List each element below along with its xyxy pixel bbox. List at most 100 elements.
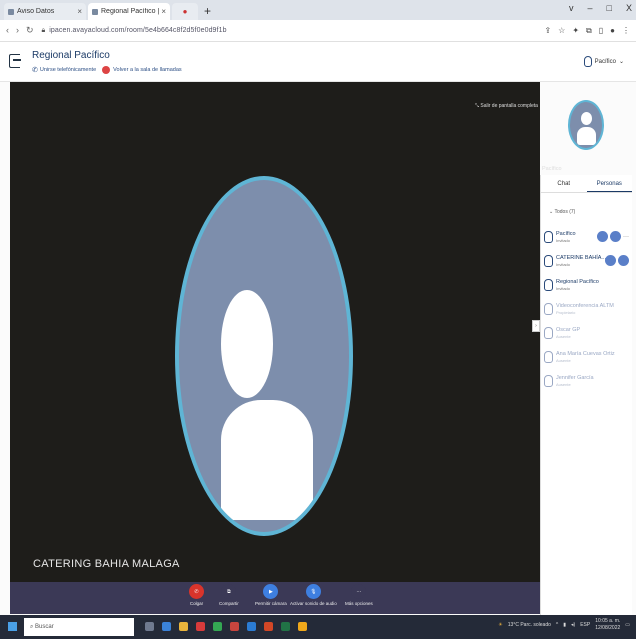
close-window-button[interactable]: X [626,3,632,13]
participant-row[interactable]: Pacífico Invitado ··· [541,227,633,247]
os-taskbar: ⌕ Buscar ☀ 13°C Parc. soleado ^ ▮ ◂) ESP… [0,615,636,639]
participant-name: Oscar GP [556,326,581,333]
share-button[interactable]: ⧉ Compartir [219,584,239,606]
app-icon[interactable] [298,622,307,631]
tab-chat[interactable]: Chat [541,175,587,192]
participant-name: Videoconferencia ALTM [556,302,614,309]
lock-icon: 🔒︎ [41,26,46,34]
sidebar-icon[interactable]: ▯ [599,26,603,36]
share-icon[interactable]: ⇪ [544,26,551,36]
participant-row[interactable]: Oscar GP Ausente [541,323,633,343]
tab-label: Regional Pacífico | Aviso [101,8,160,15]
edge-icon[interactable] [162,622,171,631]
browser-tab[interactable]: Aviso Datos × [4,3,86,20]
mute-icon[interactable] [597,231,608,242]
more-icon: ··· [351,584,367,599]
exit-fullscreen-button[interactable]: ⤡ Salir de pantalla completa [475,103,538,109]
mute-icon[interactable] [605,255,616,266]
participant-row[interactable]: CATERINE BAHÍA... Invitado [541,251,633,271]
window-controls: v – □ X [569,3,632,13]
maximize-button[interactable]: □ [607,3,612,13]
participant-row[interactable]: Jennifer García Ausente [541,371,633,391]
clock[interactable]: 10:05 a. m. 12/08/2022 [595,618,620,632]
weather-text[interactable]: 13°C Parc. soleado [508,622,551,628]
hangup-label: Colgar [189,601,204,606]
participant-role: Invitado [556,285,571,291]
participant-info: Regional Pacífico Invitado [556,279,599,292]
participant-name: CATERINE BAHÍA... [556,254,607,261]
new-tab-button[interactable]: + [204,3,211,20]
minimize-button[interactable]: – [588,3,593,13]
browser-tab-recording[interactable]: ● [172,3,198,20]
participant-role: Invitado [556,261,571,267]
participant-name: Jennifer García [556,374,594,381]
menu-icon[interactable]: ⋮ [622,26,630,36]
self-view-avatar[interactable] [568,100,604,150]
system-tray: ☀ 13°C Parc. soleado ^ ▮ ◂) ESP 10:05 a.… [498,618,630,632]
speaker-name: CATERING BAHIA MALAGA [33,558,180,570]
participant-role: Ausente [556,333,571,339]
camera-icon[interactable] [618,255,629,266]
panel-collapse-handle[interactable]: › [532,320,540,332]
exit-room-icon[interactable] [9,54,21,68]
browser-tab-strip: Aviso Datos × Regional Pacífico | Aviso … [0,0,636,20]
share-screen-icon: ⧉ [221,584,237,599]
avatar-icon [583,56,592,67]
app-header: Regional Pacífico ✆ Unirse telefónicamen… [0,42,636,82]
more-options-button[interactable]: ··· Más opciones [345,584,373,606]
app-icon[interactable] [230,622,239,631]
participant-count[interactable]: ⌄ Todos (7) [541,193,632,215]
avatar-icon [544,231,553,243]
powerpoint-icon[interactable] [264,622,273,631]
more-label: Más opciones [345,601,373,606]
volume-icon[interactable]: ◂) [571,622,575,628]
user-name: Pacífico [594,58,616,65]
date: 12/08/2022 [595,625,621,631]
close-icon[interactable]: × [77,7,82,16]
notification-icon[interactable]: ▭ [625,622,630,628]
participant-row[interactable]: Regional Pacífico Invitado [541,275,633,295]
self-view-label: Pacífico [542,166,562,172]
chrome-icon[interactable] [213,622,222,631]
file-explorer-icon[interactable] [179,622,188,631]
avatar-icon [544,375,553,387]
puzzle-icon[interactable]: ⧉ [586,26,592,36]
extension-icons: ⇪ ☆ ✦ ⧉ ▯ ● ⋮ [544,26,630,36]
excel-icon[interactable] [281,622,290,631]
camera-icon[interactable] [610,231,621,242]
tray-chevron-icon[interactable]: ^ [556,622,558,628]
participant-row[interactable]: Ana María Cuevas Ortiz Ausente [541,347,633,367]
avatar-icon [544,303,553,315]
hangup-button[interactable]: ✆ Colgar [189,584,204,606]
back-icon[interactable]: ‹ [6,25,9,36]
language-indicator[interactable]: ESP [580,622,590,628]
extension-icon[interactable]: ✦ [572,26,579,36]
close-icon[interactable]: × [161,7,166,16]
tab-search-icon[interactable]: v [569,3,574,13]
fullscreen-label: Salir de pantalla completa [480,103,538,109]
participant-row[interactable]: Videoconferencia ALTM Propietario [541,299,633,319]
camera-button[interactable]: ▶ Permitir cámara [255,584,287,606]
profile-icon[interactable]: ● [610,26,615,36]
browser-tab-active[interactable]: Regional Pacífico | Aviso × [88,3,170,20]
microphone-button[interactable]: 🎙 Activar sonido de audio [290,584,337,606]
participant-info: CATERINE BAHÍA... Invitado [556,255,606,268]
tab-people[interactable]: Personas [586,175,632,192]
taskbar-search[interactable]: ⌕ Buscar [24,618,134,636]
reload-icon[interactable]: ↻ [26,25,34,36]
forward-icon[interactable]: › [16,25,19,36]
more-icon[interactable]: ··· [623,234,629,240]
windows-start-icon[interactable] [8,622,17,631]
task-view-icon[interactable] [145,622,154,631]
word-icon[interactable] [247,622,256,631]
tab-label: Aviso Datos [17,8,55,15]
url-field[interactable]: ipacen.avayacloud.com/room/5e4b664c8f2d5… [49,27,226,34]
participant-name: Regional Pacífico [556,278,599,285]
app-icon[interactable] [196,622,205,631]
connect-phone-link[interactable]: Unirse telefónicamente [40,67,96,73]
network-icon[interactable]: ▮ [563,622,566,628]
tab-favicon-icon [92,8,98,15]
star-icon[interactable]: ☆ [558,26,565,36]
notice-link[interactable]: Volver a la sala de llamadas [113,67,181,73]
user-menu[interactable]: Pacífico ⌄ [583,56,624,67]
